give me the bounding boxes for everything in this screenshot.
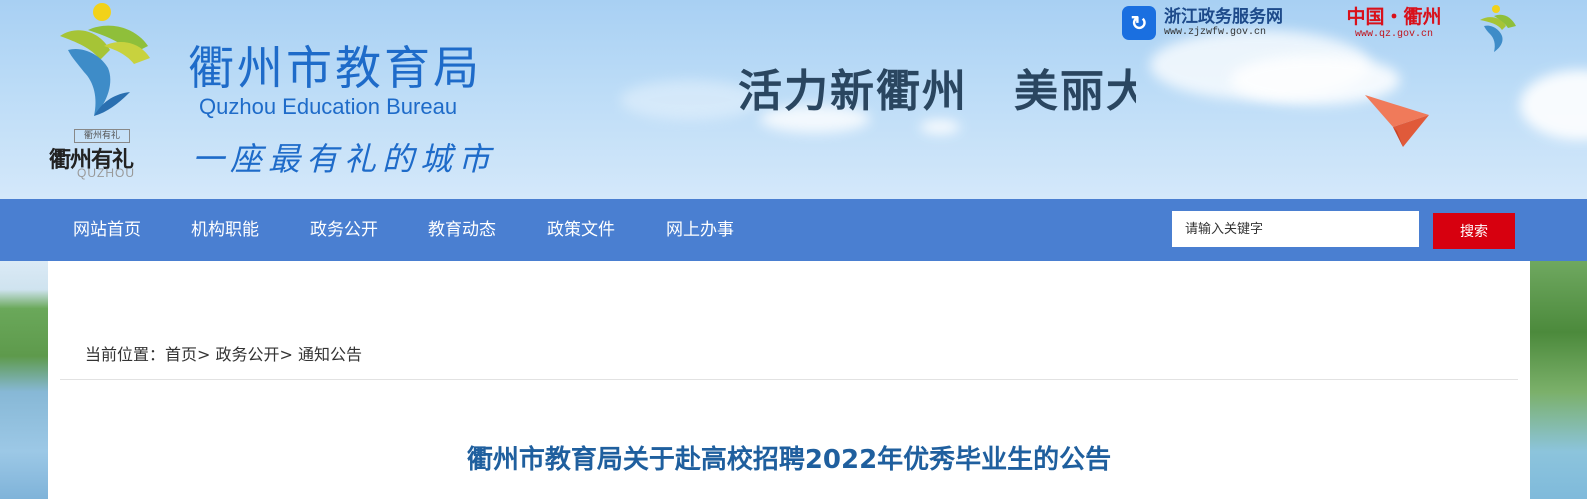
left-scenery-decoration [0,261,48,499]
breadcrumb-item-home[interactable]: 首页 [165,345,197,364]
nav-item-home[interactable]: 网站首页 [73,199,141,261]
breadcrumb: 当前位置：首页> 政务公开> 通知公告 [85,341,362,365]
breadcrumb-item-government-affairs[interactable]: 政务公开 [216,345,280,364]
zhejiang-gov-icon: ↻ [1122,6,1156,40]
breadcrumb-separator: > [279,345,293,364]
breadcrumb-item-notices[interactable]: 通知公告 [298,345,362,364]
content-area: 当前位置：首页> 政务公开> 通知公告 衢州市教育局关于赴高校招聘2022年优秀… [48,261,1530,499]
zhejiang-gov-url: www.zjzwfw.gov.cn [1164,27,1267,38]
article-title: 衢州市教育局关于赴高校招聘2022年优秀毕业生的公告 [466,445,1112,475]
breadcrumb-separator: > [197,345,211,364]
cloud-decoration [920,120,960,134]
breadcrumb-divider [60,379,1518,380]
site-title-en: Quzhou Education Bureau [199,94,458,119]
city-emblem-icon[interactable] [1476,4,1518,52]
nav-item-education-news[interactable]: 教育动态 [428,199,496,261]
quzhou-gov-link[interactable]: 中国・衢州 www.qz.gov.cn [1334,5,1454,43]
zhejiang-gov-link[interactable]: ↻ 浙江政务服务网 www.zjzwfw.gov.cn [1122,4,1312,42]
city-logo-icon[interactable] [48,2,158,132]
logo-name-en: QUZHOU [77,166,135,180]
site-title[interactable]: 衢州市教育局 [188,32,482,98]
quzhou-gov-url: www.qz.gov.cn [1354,29,1433,40]
nav-item-government-affairs[interactable]: 政务公开 [310,199,378,261]
main-nav: 网站首页 机构职能 政务公开 教育动态 政策文件 网上办事 搜索 [0,199,1587,261]
right-scenery-decoration [1530,261,1587,499]
zhejiang-gov-name: 浙江政务服务网 [1164,7,1283,27]
nav-item-online-services[interactable]: 网上办事 [666,199,734,261]
quzhou-gov-name: 中国・衢州 [1346,6,1442,28]
search-input[interactable] [1172,211,1419,247]
site-slogan: 一座最有礼的城市 [192,140,497,178]
logo-seal: 衢州有礼 [74,129,130,143]
paper-plane-icon [1365,95,1429,147]
nav-item-policy-documents[interactable]: 政策文件 [547,199,615,261]
breadcrumb-prefix: 当前位置： [85,345,166,364]
search-button[interactable]: 搜索 [1433,213,1515,249]
cloud-decoration [1520,70,1587,140]
banner-motto: 活力新衢州 美丽大花园 [738,66,1136,111]
header-banner: 衢州有礼 衢州有礼 QUZHOU 衢州市教育局 Quzhou Education… [0,0,1587,199]
nav-item-organization[interactable]: 机构职能 [191,199,259,261]
